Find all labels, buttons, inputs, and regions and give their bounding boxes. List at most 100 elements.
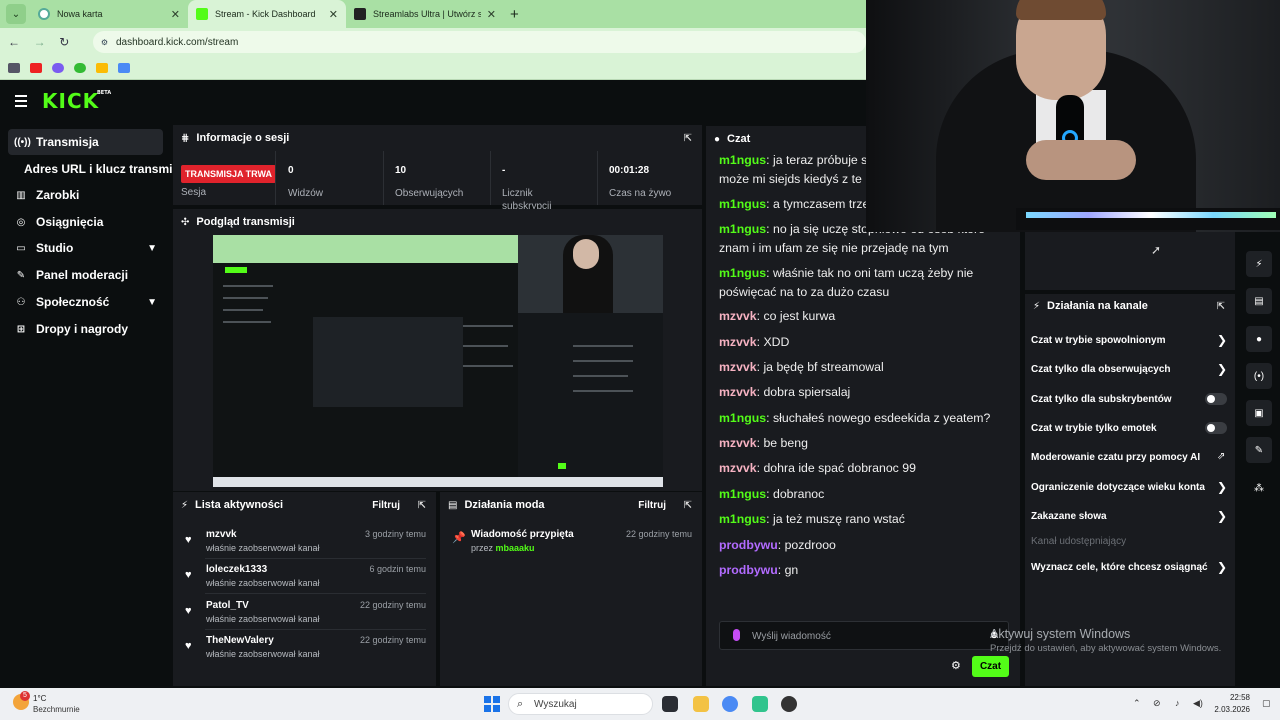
chat-text: co jest kurwa <box>763 309 836 323</box>
activity-filter-button[interactable]: Filtruj <box>372 500 400 511</box>
activity-user[interactable]: Patol_TV <box>206 600 249 611</box>
chat-username[interactable]: m1ngus <box>719 222 766 236</box>
chevron-right-icon[interactable]: ❯ <box>1217 362 1227 376</box>
sidebar-item-transmisja[interactable]: ((•)) Transmisja <box>8 129 163 155</box>
microphone-tray-icon[interactable]: ♪ <box>1175 698 1180 708</box>
site-info-icon[interactable]: ⚙ <box>101 38 108 47</box>
panel-title: Działania na kanale <box>1047 300 1148 312</box>
sidebar-item-dropy[interactable]: ⊞ Dropy i nagrody <box>8 316 163 342</box>
new-tab-icon[interactable]: + <box>510 6 519 23</box>
broadcast-rail-icon[interactable]: (•) <box>1246 363 1272 389</box>
chevron-right-icon[interactable]: ❯ <box>1217 480 1227 494</box>
sidebar-item-studio[interactable]: ▭ Studio ▼ <box>8 235 163 261</box>
mod-document-icon: ▤ <box>448 499 458 511</box>
mod-user[interactable]: mbaaaku <box>496 543 535 553</box>
mod-filter-button[interactable]: Filtruj <box>638 500 666 511</box>
external-link-icon[interactable]: ⇗ <box>1217 451 1225 462</box>
studio-rail-icon[interactable]: ▣ <box>1246 400 1272 426</box>
browser-tab-kick[interactable]: Stream - Kick Dashboard ✕ <box>188 0 346 28</box>
lightning-rail-icon[interactable]: ⚡ <box>1246 251 1272 277</box>
kick-logo[interactable]: KICK BETA <box>42 89 111 113</box>
clock-date[interactable]: 2.03.2026 <box>1205 705 1250 714</box>
network-icon[interactable]: ⊘ <box>1153 698 1161 709</box>
action-set-goals[interactable]: Wyznacz cele, które chcesz osiągnąć <box>1031 562 1208 573</box>
forward-icon[interactable]: → <box>34 35 52 49</box>
apps-icon[interactable] <box>8 62 20 73</box>
task-view-icon[interactable] <box>662 696 678 712</box>
chat-message-input[interactable] <box>752 628 972 644</box>
chat-username[interactable]: mzvvk <box>719 335 757 349</box>
chat-username[interactable]: m1ngus <box>719 411 766 425</box>
close-tab-icon[interactable]: ✕ <box>329 8 338 21</box>
chat-rail-icon[interactable]: ● <box>1246 326 1272 352</box>
volume-icon[interactable]: ◀) <box>1193 698 1203 709</box>
action-account-age[interactable]: Ograniczenie dotyczące wieku konta <box>1031 482 1205 493</box>
file-explorer-icon[interactable] <box>693 696 709 712</box>
drive-bookmark-icon[interactable] <box>96 62 108 73</box>
activity-user[interactable]: loleczek1333 <box>206 564 267 575</box>
sidebar-item-panel-moderacji[interactable]: ✎ Panel moderacji <box>8 262 163 288</box>
chat-settings-gear-icon[interactable]: ⚙ <box>951 659 961 672</box>
calendar-bookmark-icon[interactable] <box>118 62 130 73</box>
external-link-icon[interactable]: ⇱ <box>684 133 692 144</box>
chat-username[interactable]: m1ngus <box>719 487 766 501</box>
external-link-icon[interactable]: ⇱ <box>418 500 426 511</box>
chat-username[interactable]: m1ngus <box>719 512 766 526</box>
emote-only-toggle[interactable] <box>1205 422 1227 434</box>
sidebar-item-spolecznosc[interactable]: ⚇ Społeczność ▼ <box>8 289 163 315</box>
obs-taskbar-icon[interactable] <box>781 696 797 712</box>
chat-username[interactable]: prodbywu <box>719 563 778 577</box>
whatsapp-bookmark-icon[interactable] <box>74 62 86 73</box>
community-rail-icon[interactable]: ⁂ <box>1246 475 1272 501</box>
activity-user[interactable]: TheNewValery <box>206 635 274 646</box>
notifications-icon[interactable]: ▢ <box>1262 698 1271 709</box>
clock-time[interactable]: 22:58 <box>1220 693 1250 702</box>
action-banned-words[interactable]: Zakazane słowa <box>1031 511 1107 522</box>
chat-username[interactable]: mzvvk <box>719 309 757 323</box>
chat-username[interactable]: mzvvk <box>719 436 757 450</box>
browser-tab-streamlabs[interactable]: Streamlabs Ultra | Utwórz subsk ✕ <box>346 0 504 28</box>
stream-preview-video[interactable] <box>213 235 663 487</box>
action-slow-mode[interactable]: Czat w trybie spowolnionym <box>1031 335 1165 346</box>
chat-username[interactable]: m1ngus <box>719 153 766 167</box>
reload-icon[interactable]: ↻ <box>59 35 77 49</box>
chat-username[interactable]: m1ngus <box>719 197 766 211</box>
activity-user[interactable]: mzvvk <box>206 529 237 540</box>
browser-tab-new[interactable]: Nowa karta ✕ <box>30 0 188 28</box>
start-windows-icon[interactable] <box>484 696 500 712</box>
back-icon[interactable]: ← <box>8 35 26 49</box>
taskbar-search[interactable]: ⌕ Wyszukaj <box>508 693 653 715</box>
youtube-bookmark-icon[interactable] <box>30 62 42 73</box>
external-link-icon[interactable]: ⇱ <box>684 500 692 511</box>
subscribers-only-toggle[interactable] <box>1205 393 1227 405</box>
chevron-right-icon[interactable]: ❯ <box>1217 333 1227 347</box>
chat-username[interactable]: m1ngus <box>719 266 766 280</box>
chat-username[interactable]: mzvvk <box>719 360 757 374</box>
close-tab-icon[interactable]: ✕ <box>171 8 180 21</box>
tab-search-icon[interactable]: ⌄ <box>6 4 26 24</box>
close-tab-icon[interactable]: ✕ <box>487 8 496 21</box>
streamlabs-taskbar-icon[interactable] <box>752 696 768 712</box>
external-link-icon[interactable]: ⇱ <box>1217 301 1225 312</box>
chat-username[interactable]: mzvvk <box>719 461 757 475</box>
chat-username[interactable]: prodbywu <box>719 538 778 552</box>
microphone-icon[interactable] <box>733 629 740 641</box>
chevron-right-icon[interactable]: ❯ <box>1217 560 1227 574</box>
chevron-right-icon[interactable]: ❯ <box>1217 509 1227 523</box>
send-chat-button[interactable]: Czat <box>972 656 1009 677</box>
search-placeholder: Wyszukaj <box>534 699 577 710</box>
document-rail-icon[interactable]: ▤ <box>1246 288 1272 314</box>
chrome-taskbar-icon[interactable] <box>722 696 738 712</box>
action-subscribers-only: Czat tylko dla subskrybentów <box>1031 394 1172 405</box>
sidebar-subitem-stream-key[interactable]: Adres URL i klucz transmisji <box>24 162 186 176</box>
action-followers-only[interactable]: Czat tylko dla obserwujących <box>1031 364 1171 375</box>
bookmark-icon[interactable] <box>52 62 64 73</box>
sidebar-item-osiagniecia[interactable]: ◎ Osiągnięcia <box>8 209 163 235</box>
action-ai-moderation[interactable]: Moderowanie czatu przy pomocy AI <box>1031 452 1200 463</box>
tray-chevron-icon[interactable]: ⌃ <box>1133 698 1141 709</box>
sidebar-item-zarobki[interactable]: ▥ Zarobki <box>8 182 163 208</box>
chat-username[interactable]: mzvvk <box>719 385 757 399</box>
url-field[interactable]: ⚙ dashboard.kick.com/stream <box>92 31 866 53</box>
wrench-rail-icon[interactable]: ✎ <box>1246 437 1272 463</box>
menu-icon[interactable] <box>15 95 27 107</box>
